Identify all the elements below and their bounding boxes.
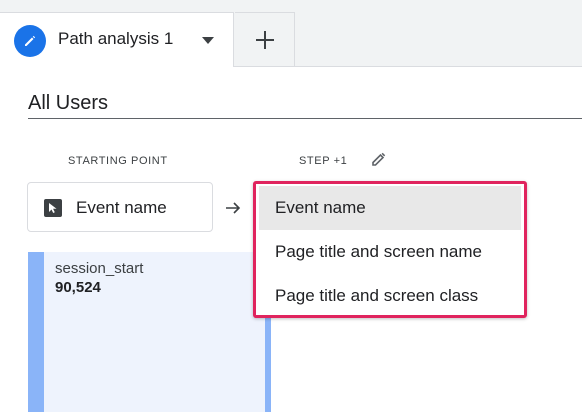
segment-divider: [28, 118, 582, 119]
node-value: 90,524: [55, 279, 101, 296]
dropdown-item-page-title-screen-class[interactable]: Page title and screen class: [259, 274, 521, 318]
path-node-session-start[interactable]: session_start 90,524: [28, 252, 271, 412]
cursor-icon: [44, 199, 62, 222]
step-header: STEP +1: [299, 155, 348, 167]
tab-label: Path analysis 1: [58, 29, 174, 48]
edit-icon[interactable]: [370, 150, 388, 173]
segment-title: All Users: [28, 92, 109, 114]
starting-point-header: STARTING POINT: [68, 155, 168, 167]
arrow-right-icon: [224, 199, 242, 222]
selector-label: Event name: [76, 198, 167, 217]
add-tab-button[interactable]: [235, 12, 295, 66]
dropdown-item-event-name[interactable]: Event name: [259, 186, 521, 230]
node-bar: [28, 252, 44, 412]
tab-bar: Path analysis 1: [0, 0, 582, 67]
tab-path-analysis[interactable]: Path analysis 1: [0, 12, 234, 67]
pencil-icon[interactable]: [14, 25, 46, 57]
node-name: session_start: [55, 260, 144, 277]
plus-icon: [255, 30, 274, 49]
step-type-dropdown: Event name Page title and screen name Pa…: [253, 181, 527, 318]
starting-point-selector[interactable]: Event name: [27, 182, 213, 232]
caret-down-icon[interactable]: [202, 37, 214, 44]
dropdown-item-page-title-screen-name[interactable]: Page title and screen name: [259, 230, 521, 274]
